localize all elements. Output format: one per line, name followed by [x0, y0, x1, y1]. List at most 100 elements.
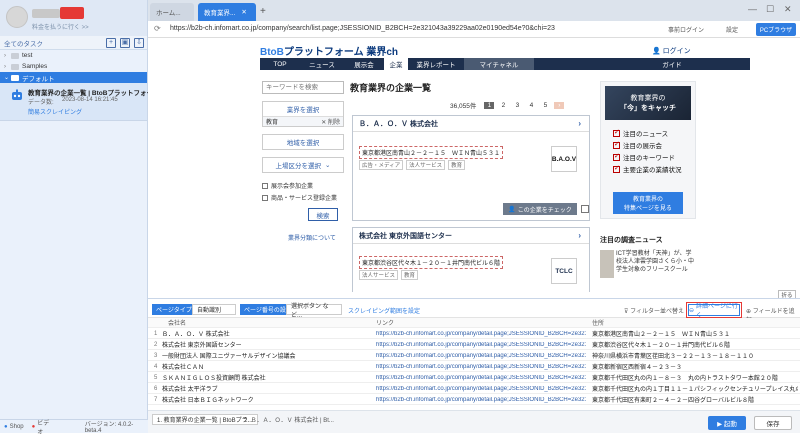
- nav-exhibitions[interactable]: 展示会: [344, 58, 384, 70]
- site-logo[interactable]: BtoBプラットフォーム 業界ch: [260, 43, 398, 58]
- table-row[interactable]: 1 Ｂ．Ａ．Ｏ．Ｖ 株式会社 https://b2b-ch.infomart.co.…: [148, 329, 800, 339]
- table-row[interactable]: 7 株式会社 日本ＢＩＧネットワーク https://b2b-ch.infomart…: [148, 395, 800, 405]
- tree-item-test[interactable]: › test: [0, 50, 147, 61]
- company-logo: TCLC: [551, 258, 577, 284]
- import-icon[interactable]: ⇩: [134, 38, 144, 48]
- account-badge[interactable]: [60, 7, 84, 19]
- nav-guide[interactable]: ガイド: [594, 58, 750, 70]
- page-tab-2[interactable]: 2. Ｂ．Ａ．Ｏ．Ｖ 株式会社 | Bt...: [240, 414, 338, 425]
- maximize-icon[interactable]: ☐: [766, 4, 774, 15]
- column-header-name[interactable]: 会社名: [168, 318, 376, 327]
- page-type-select[interactable]: 自動識別: [192, 304, 236, 315]
- version-label: バージョン: 4.0.2-beta.4: [84, 422, 134, 434]
- address-bar: ⟳ https://b2b-ch.infomart.co.jp/company/…: [148, 21, 800, 38]
- table-row[interactable]: 4 株式会社ＣＡＮ https://b2b-ch.infomart.co.jp/co…: [148, 362, 800, 372]
- product-checkbox[interactable]: 商品・サービス登録企業: [262, 193, 346, 202]
- shop-link[interactable]: Shop: [10, 424, 24, 430]
- pagination-select[interactable]: 選択ボタン など...: [286, 304, 342, 319]
- exhibitor-checkbox[interactable]: 展示会参加企業: [262, 181, 346, 190]
- upgrade-link[interactable]: 料金を払うに行く >>: [32, 22, 89, 31]
- table-row[interactable]: 6 株式会社 太平洋ラブ https://b2b-ch.infomart.co.jp…: [148, 384, 800, 394]
- new-task-icon[interactable]: +: [106, 38, 116, 48]
- task-title: 教育業界の企業一覧 | BtoBプラットフォー: [28, 90, 153, 97]
- save-button[interactable]: 保存: [754, 416, 792, 430]
- next-page-icon[interactable]: ›: [554, 101, 565, 109]
- table-row[interactable]: 3 一般財団法人 国際ユニヴァーサルデザイン協議会 https://b2b-ch.i…: [148, 351, 800, 361]
- region-select-button[interactable]: 地域を選択: [263, 135, 343, 149]
- keyword-search-input[interactable]: [262, 81, 344, 94]
- pre-login-button[interactable]: 事前ログイン: [668, 25, 704, 34]
- promo-box: 教育業界の 「今」をキャッチ 注目のニュース 注目の展示会 注目のキーワード 主…: [600, 81, 696, 219]
- tab-active-page[interactable]: 教育業界... ✕: [198, 3, 256, 21]
- cell-link: https://b2b-ch.infomart.co.jp/company/de…: [376, 352, 586, 359]
- tag: 法人サービス: [359, 270, 399, 280]
- news-link[interactable]: ICT学習教材「天神」が、学校法人津雲学園さくら小・中学生対象のフリースクール: [616, 250, 696, 274]
- checkbox[interactable]: [262, 182, 268, 189]
- column-header-link[interactable]: リンク: [376, 318, 586, 327]
- company-name-link[interactable]: Ｂ．Ａ．Ｏ．Ｖ 株式会社 ›: [353, 116, 589, 132]
- page-1[interactable]: 1: [484, 101, 495, 109]
- check-icon: [613, 128, 620, 137]
- page-type-value: 自動識別: [197, 308, 222, 314]
- new-folder-icon[interactable]: ▣: [120, 38, 130, 48]
- task-sidebar: 料金を払うに行く >> 全てのタスク + ▣ ⇩ › test › Sample…: [0, 0, 153, 436]
- region-filter: 地域を選択: [262, 134, 344, 150]
- market-select-button[interactable]: 上場区分を選択 ⌄: [263, 158, 343, 172]
- nav-my-channel[interactable]: マイチャネル: [464, 58, 534, 70]
- check-company-button[interactable]: 👤 この企業をチェック: [503, 203, 577, 215]
- company-name-link[interactable]: 株式会社 東京外国語センター ›: [353, 228, 589, 244]
- page-5[interactable]: 5: [540, 102, 550, 109]
- promo-sidebar: 教育業界の 「今」をキャッチ 注目のニュース 注目の展示会 注目のキーワード 主…: [600, 81, 696, 219]
- industry-select-button[interactable]: 業界を選択: [263, 102, 343, 116]
- category-info-link[interactable]: 業界分類について: [288, 233, 346, 242]
- nav-news[interactable]: ニュース: [300, 58, 344, 70]
- nav-reports[interactable]: 業界レポート: [408, 58, 464, 70]
- checkbox[interactable]: [262, 194, 268, 201]
- search-button[interactable]: 検索: [308, 208, 338, 221]
- task-status: 簡易スクレイピング: [28, 110, 83, 116]
- chevron-right-icon: ›: [4, 52, 6, 59]
- close-icon[interactable]: ✕: [241, 8, 246, 16]
- check-icon: [613, 164, 620, 173]
- page-2[interactable]: 2: [498, 102, 508, 109]
- company-card[interactable]: 株式会社 東京外国語センター › 東京都渋谷区代々木１－２０－１井門南代ビル６階…: [352, 227, 590, 292]
- page-4[interactable]: 4: [526, 102, 536, 109]
- run-button[interactable]: ▶ 起動: [708, 416, 746, 430]
- remove-tag-button[interactable]: ✕ 削除: [321, 117, 340, 126]
- user-header: 料金を払うに行く >>: [0, 0, 147, 36]
- company-card[interactable]: Ｂ．Ａ．Ｏ．Ｖ 株式会社 › 東京都港区南青山２－２－１５ ＷＩＮ青山５３１ 広…: [352, 115, 590, 221]
- page-3[interactable]: 3: [512, 102, 522, 109]
- task-item[interactable]: 教育業界の企業一覧 | BtoBプラットフォー データ数: 2023-08-14…: [0, 83, 153, 121]
- url-input[interactable]: https://b2b-ch.infomart.co.jp/company/se…: [170, 25, 555, 32]
- logo-prefix: BtoB: [260, 47, 284, 58]
- news-thumbnail[interactable]: [600, 250, 614, 278]
- nav-companies[interactable]: 企業: [384, 58, 408, 70]
- table-row[interactable]: 5 ＳＫＡＮＩＧＬＯＳ投資顧問 株式会社 https://b2b-ch.infoma…: [148, 373, 800, 383]
- check-icon: [613, 152, 620, 161]
- new-tab-icon[interactable]: +: [260, 6, 266, 17]
- tree-item-samples[interactable]: › Samples: [0, 61, 147, 72]
- close-window-icon[interactable]: ✕: [784, 4, 792, 15]
- tree-item-default[interactable]: ⌄ デフォルト: [0, 72, 147, 83]
- nav-top[interactable]: TOP: [260, 58, 300, 70]
- minimize-icon[interactable]: —: [748, 4, 757, 14]
- pc-browser-select[interactable]: PCブラウザ: [756, 23, 796, 36]
- bottom-bar: 1. 教育業界の企業一覧 | BtoBプラ... 2. Ｂ．Ａ．Ｏ．Ｖ 株式会社…: [148, 410, 800, 433]
- column-header-address[interactable]: 住所: [592, 318, 798, 327]
- pc-browser-label: PCブラウザ: [759, 28, 793, 34]
- scrape-range-link[interactable]: スクレイピング範囲を設定: [348, 306, 420, 315]
- feature-btn-line1: 教育業界の: [632, 197, 663, 203]
- refresh-icon[interactable]: ⟳: [154, 24, 161, 33]
- company-checkbox[interactable]: [581, 205, 589, 213]
- video-icon: ●: [31, 423, 36, 430]
- cell-address: 東京都新宿区西新宿４－２３－３: [592, 365, 683, 371]
- settings-button[interactable]: 設定: [726, 25, 738, 34]
- filter-button[interactable]: ⊽ フィルター: [624, 306, 660, 315]
- feature-page-button[interactable]: 教育業界の 特集ページを見る: [613, 192, 683, 214]
- sort-button[interactable]: 並べ替え: [660, 306, 684, 315]
- avatar[interactable]: [6, 6, 28, 28]
- tab-home[interactable]: ホーム...: [150, 3, 194, 21]
- table-row[interactable]: 2 株式会社 東京外国語センター https://b2b-ch.infomart.c…: [148, 340, 800, 350]
- check-company-label: この企業をチェック: [517, 207, 572, 214]
- login-link[interactable]: 👤 ログイン: [652, 46, 691, 56]
